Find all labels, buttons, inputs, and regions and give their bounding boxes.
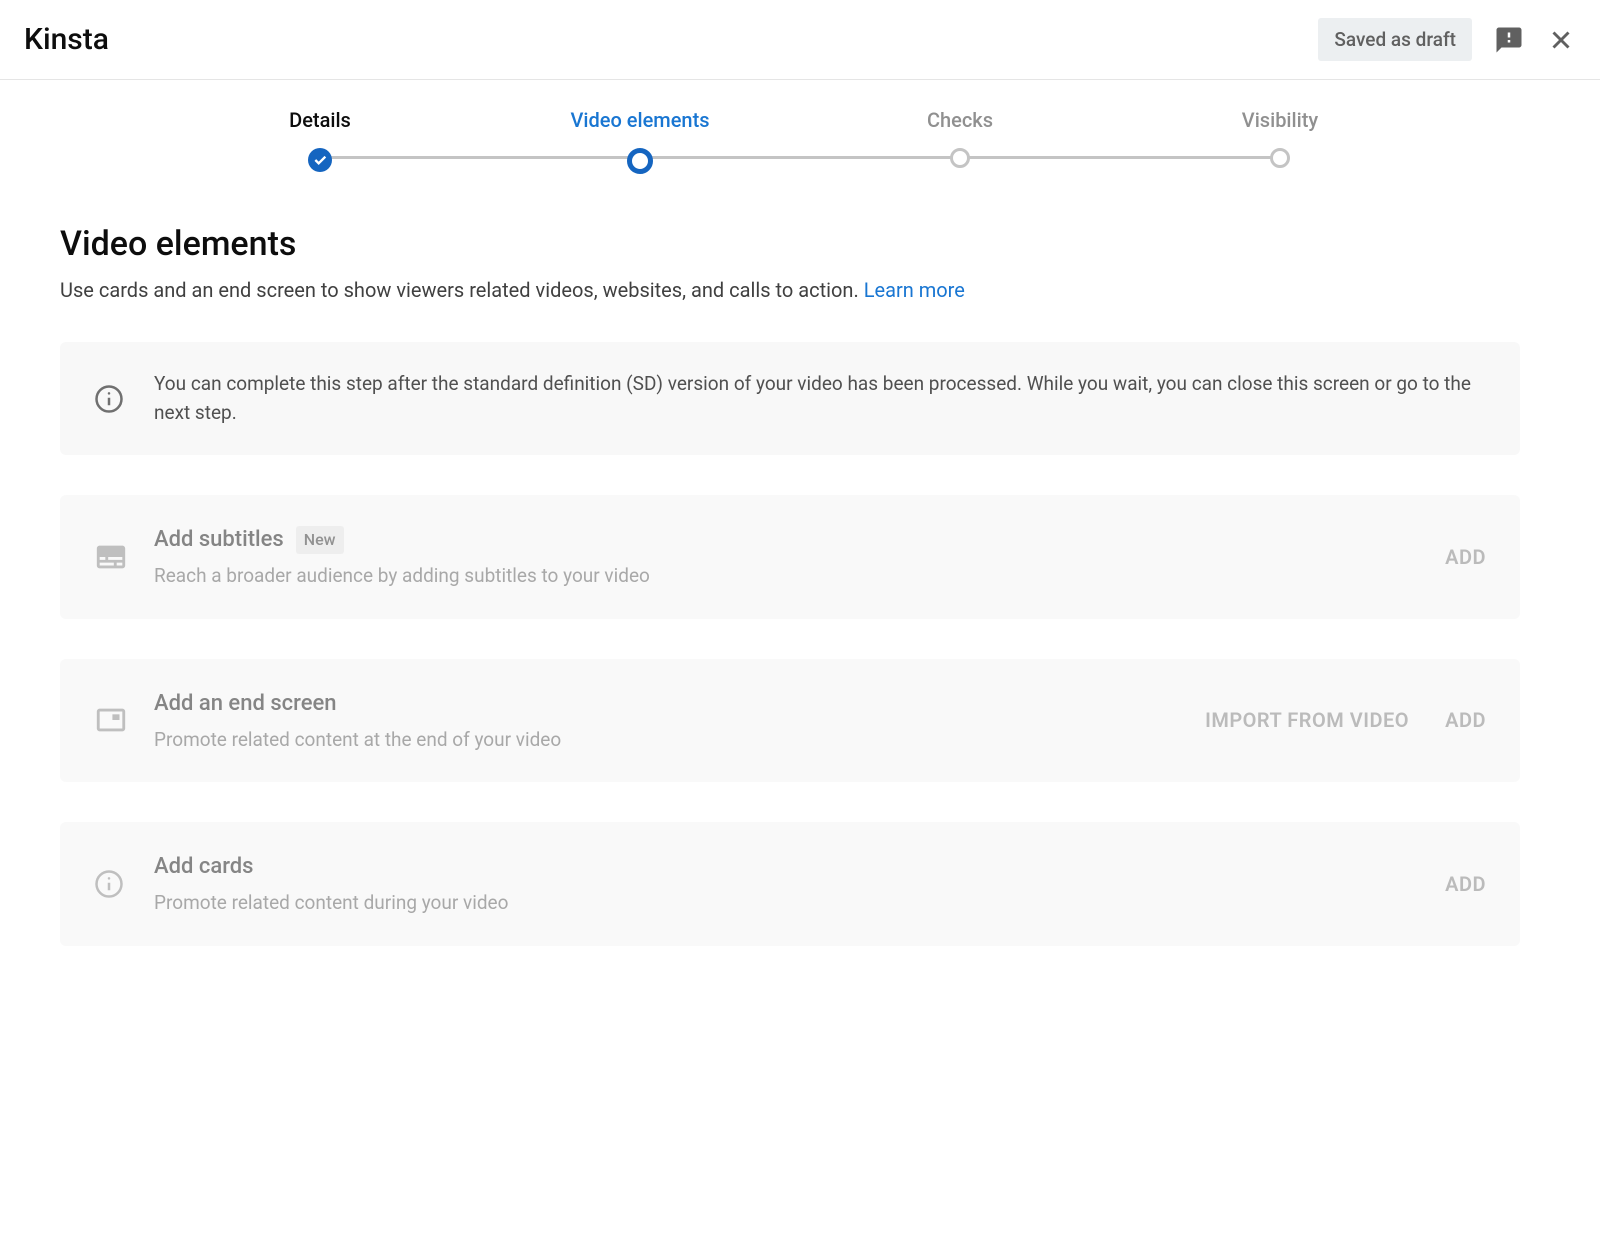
section-subtitle: Use cards and an end screen to show view… xyxy=(60,278,1520,302)
top-bar: Kinsta Saved as draft xyxy=(0,0,1600,80)
import-from-video-button[interactable]: IMPORT FROM VIDEO xyxy=(1205,708,1409,732)
info-icon xyxy=(94,384,154,414)
step-connector xyxy=(640,156,960,159)
section-subtitle-text: Use cards and an end screen to show view… xyxy=(60,278,864,302)
add-end-screen-button[interactable]: ADD xyxy=(1445,708,1486,732)
info-text: You can complete this step after the sta… xyxy=(154,370,1486,427)
add-cards-button[interactable]: ADD xyxy=(1445,872,1486,896)
processing-info-card: You can complete this step after the sta… xyxy=(60,342,1520,455)
step-label: Video elements xyxy=(570,108,709,132)
cards-title: Add cards xyxy=(154,850,253,883)
top-bar-actions: Saved as draft xyxy=(1318,18,1576,61)
cards-card: Add cards Promote related content during… xyxy=(60,822,1520,946)
step-label: Details xyxy=(289,108,351,132)
add-subtitles-button[interactable]: ADD xyxy=(1445,545,1486,569)
step-label: Visibility xyxy=(1242,108,1318,132)
subtitles-desc: Reach a broader audience by adding subti… xyxy=(154,562,1445,591)
step-video-elements[interactable]: Video elements xyxy=(480,108,800,174)
end-screen-desc: Promote related content at the end of yo… xyxy=(154,726,1205,755)
end-screen-icon xyxy=(94,703,154,737)
stepper: Details Video elements Checks Visibility xyxy=(0,80,1600,174)
step-checks[interactable]: Checks xyxy=(800,108,1120,168)
end-screen-card: Add an end screen Promote related conten… xyxy=(60,659,1520,783)
subtitles-title: Add subtitles xyxy=(154,523,284,556)
page-title: Kinsta xyxy=(24,22,109,57)
step-node-upcoming-icon xyxy=(1270,148,1290,168)
end-screen-title: Add an end screen xyxy=(154,687,337,720)
step-label: Checks xyxy=(927,108,993,132)
draft-status-badge: Saved as draft xyxy=(1318,18,1472,61)
new-badge: New xyxy=(296,526,344,554)
cards-desc: Promote related content during your vide… xyxy=(154,889,1445,918)
section-heading: Video elements xyxy=(60,224,1520,264)
step-details[interactable]: Details xyxy=(160,108,480,172)
feedback-icon[interactable] xyxy=(1494,25,1524,55)
cards-info-icon xyxy=(94,869,154,899)
step-visibility[interactable]: Visibility xyxy=(1120,108,1440,168)
step-node-completed-icon xyxy=(308,148,332,172)
subtitles-icon xyxy=(94,540,154,574)
subtitles-card: Add subtitles New Reach a broader audien… xyxy=(60,495,1520,619)
learn-more-link[interactable]: Learn more xyxy=(864,278,965,302)
main-content: Video elements Use cards and an end scre… xyxy=(0,174,1580,1036)
step-node-current-icon xyxy=(627,148,653,174)
step-node-upcoming-icon xyxy=(950,148,970,168)
step-connector xyxy=(320,156,640,159)
close-icon[interactable] xyxy=(1546,25,1576,55)
step-connector xyxy=(960,156,1280,159)
